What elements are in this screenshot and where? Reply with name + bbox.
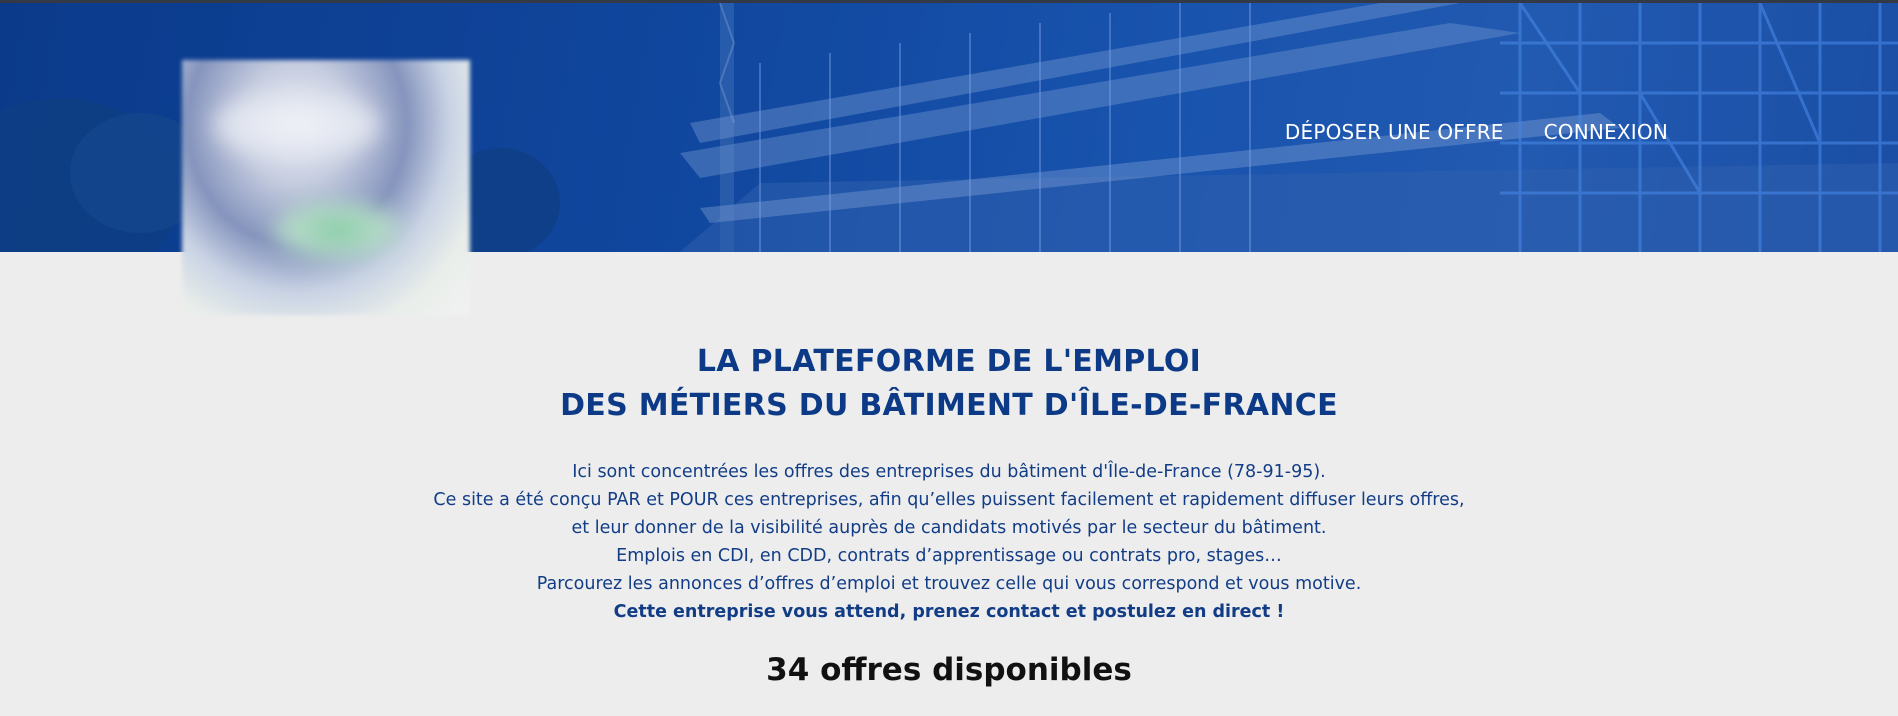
login-link[interactable]: CONNEXION [1544,120,1668,144]
intro-line: Ici sont concentrées les offres des entr… [572,462,1326,482]
intro-line: Ce site a été conçu PAR et POUR ces entr… [433,490,1465,510]
page-title-line-1: LA PLATEFORME DE L'EMPLOI [696,344,1202,379]
logo-mark-accent [272,200,402,260]
offers-count-heading: 34 offres disponibles [766,652,1132,688]
logo-mark-top [212,90,382,160]
page-title-line-2: DES MÉTIERS DU BÂTIMENT D'ÎLE-DE-FRANCE [560,388,1338,423]
deposit-offer-link[interactable]: DÉPOSER UNE OFFRE [1285,120,1504,144]
intro-line: Parcourez les annonces d’offres d’emploi… [536,574,1362,594]
intro-line: Emplois en CDI, en CDD, contrats d’appre… [616,546,1282,566]
intro-text: Ici sont concentrées les offres des entr… [0,458,1898,626]
site-logo[interactable] [182,60,470,315]
page-title: LA PLATEFORME DE L'EMPLOI DES MÉTIERS DU… [0,340,1898,428]
top-navigation: DÉPOSER UNE OFFRE CONNEXION [1285,120,1668,144]
intro-call-to-action: Cette entreprise vous attend, prenez con… [613,602,1285,622]
intro-line: et leur donner de la visibilité auprès d… [571,518,1327,538]
